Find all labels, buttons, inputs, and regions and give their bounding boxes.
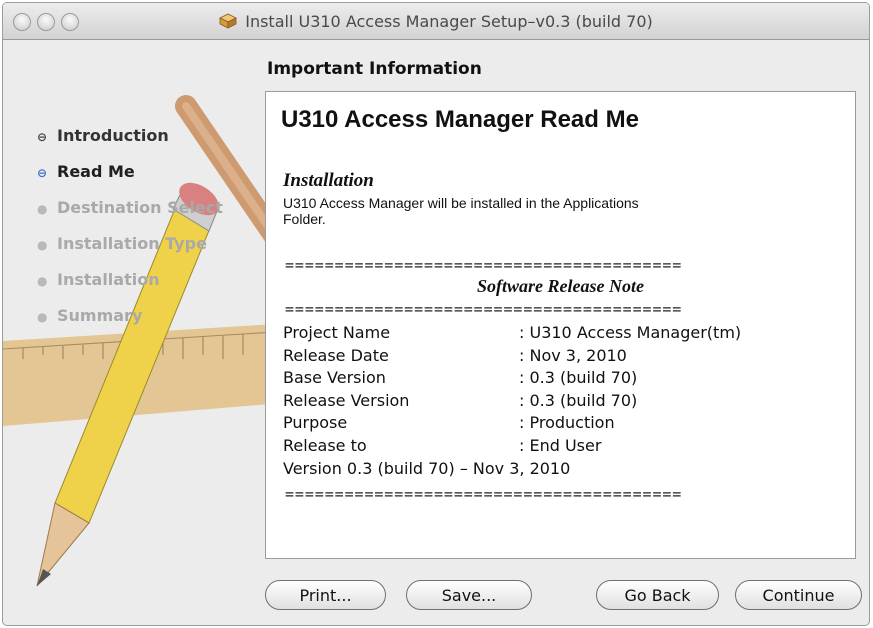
step-label: Read Me: [57, 162, 135, 181]
step-label: Destination Select: [57, 198, 223, 217]
readme-text-view[interactable]: U310 Access Manager Read Me Installation…: [265, 91, 856, 559]
step-pending-bullet-icon: ●: [37, 274, 48, 288]
step-destination-select: ● Destination Select: [37, 195, 223, 231]
step-introduction: ⊖ Introduction: [37, 123, 223, 159]
step-label: Introduction: [57, 126, 169, 145]
release-note-key: Release Version: [283, 390, 410, 410]
print-button[interactable]: Print...: [265, 580, 386, 610]
step-label: Summary: [57, 306, 143, 325]
release-note-key: Base Version: [283, 368, 386, 387]
step-installation-type: ● Installation Type: [37, 231, 223, 267]
release-note-value: : Production: [519, 413, 615, 432]
release-note-key: Purpose: [283, 413, 348, 432]
release-note-key: Release to: [283, 435, 367, 455]
version-line: Version 0.3 (build 70) – Nov 3, 2010: [283, 459, 571, 478]
installer-window: Install U310 Access Manager Setup–v0.3 (…: [2, 2, 870, 626]
go-back-button[interactable]: Go Back: [596, 580, 719, 610]
release-note-row: Purpose : Production: [283, 412, 843, 435]
release-note-key: Project Name: [283, 323, 391, 342]
step-current-bullet-icon: ⊖: [37, 166, 48, 180]
step-pending-bullet-icon: ●: [37, 202, 48, 216]
release-note-value: : 0.3 (build 70): [519, 368, 638, 387]
release-note-value: : 0.3 (build 70): [519, 390, 638, 410]
installation-heading: Installation: [283, 170, 374, 191]
release-note-row: Base Version : 0.3 (build 70): [283, 367, 843, 390]
step-pending-bullet-icon: ●: [37, 238, 48, 252]
readme-title: U310 Access Manager Read Me: [281, 106, 639, 133]
page-title: Important Information: [267, 59, 482, 79]
release-note-row: Release to : End User: [283, 435, 843, 458]
release-note-heading: Software Release Note: [477, 276, 644, 296]
release-note-table: Project Name : U310 Access Manager(tm) Re…: [283, 322, 843, 457]
release-note-row: Project Name : U310 Access Manager(tm): [283, 322, 843, 345]
divider-line: ========================================: [285, 486, 683, 502]
step-installation: ● Installation: [37, 267, 223, 303]
release-note-value: : Nov 3, 2010: [519, 345, 627, 365]
release-note-row: Release Date : Nov 3, 2010: [283, 345, 843, 368]
step-summary: ● Summary: [37, 303, 223, 339]
release-note-value: : U310 Access Manager(tm): [519, 323, 742, 342]
step-read-me: ⊖ Read Me: [37, 159, 223, 195]
release-note-row: Release Version : 0.3 (build 70): [283, 390, 843, 413]
release-note-value: : End User: [519, 435, 602, 455]
step-done-bullet-icon: ⊖: [37, 130, 48, 144]
step-label: Installation: [57, 270, 160, 289]
continue-button[interactable]: Continue: [735, 580, 862, 610]
step-pending-bullet-icon: ●: [37, 310, 48, 324]
save-button[interactable]: Save...: [406, 580, 532, 610]
release-note-key: Release Date: [283, 345, 389, 365]
installation-text: U310 Access Manager will be installed in…: [283, 195, 639, 227]
divider-line: ========================================: [285, 257, 683, 273]
divider-line: ========================================: [285, 301, 683, 317]
step-label: Installation Type: [57, 234, 207, 253]
installer-steps: ⊖ Introduction ⊖ Read Me ● Destination Sele…: [37, 123, 223, 339]
